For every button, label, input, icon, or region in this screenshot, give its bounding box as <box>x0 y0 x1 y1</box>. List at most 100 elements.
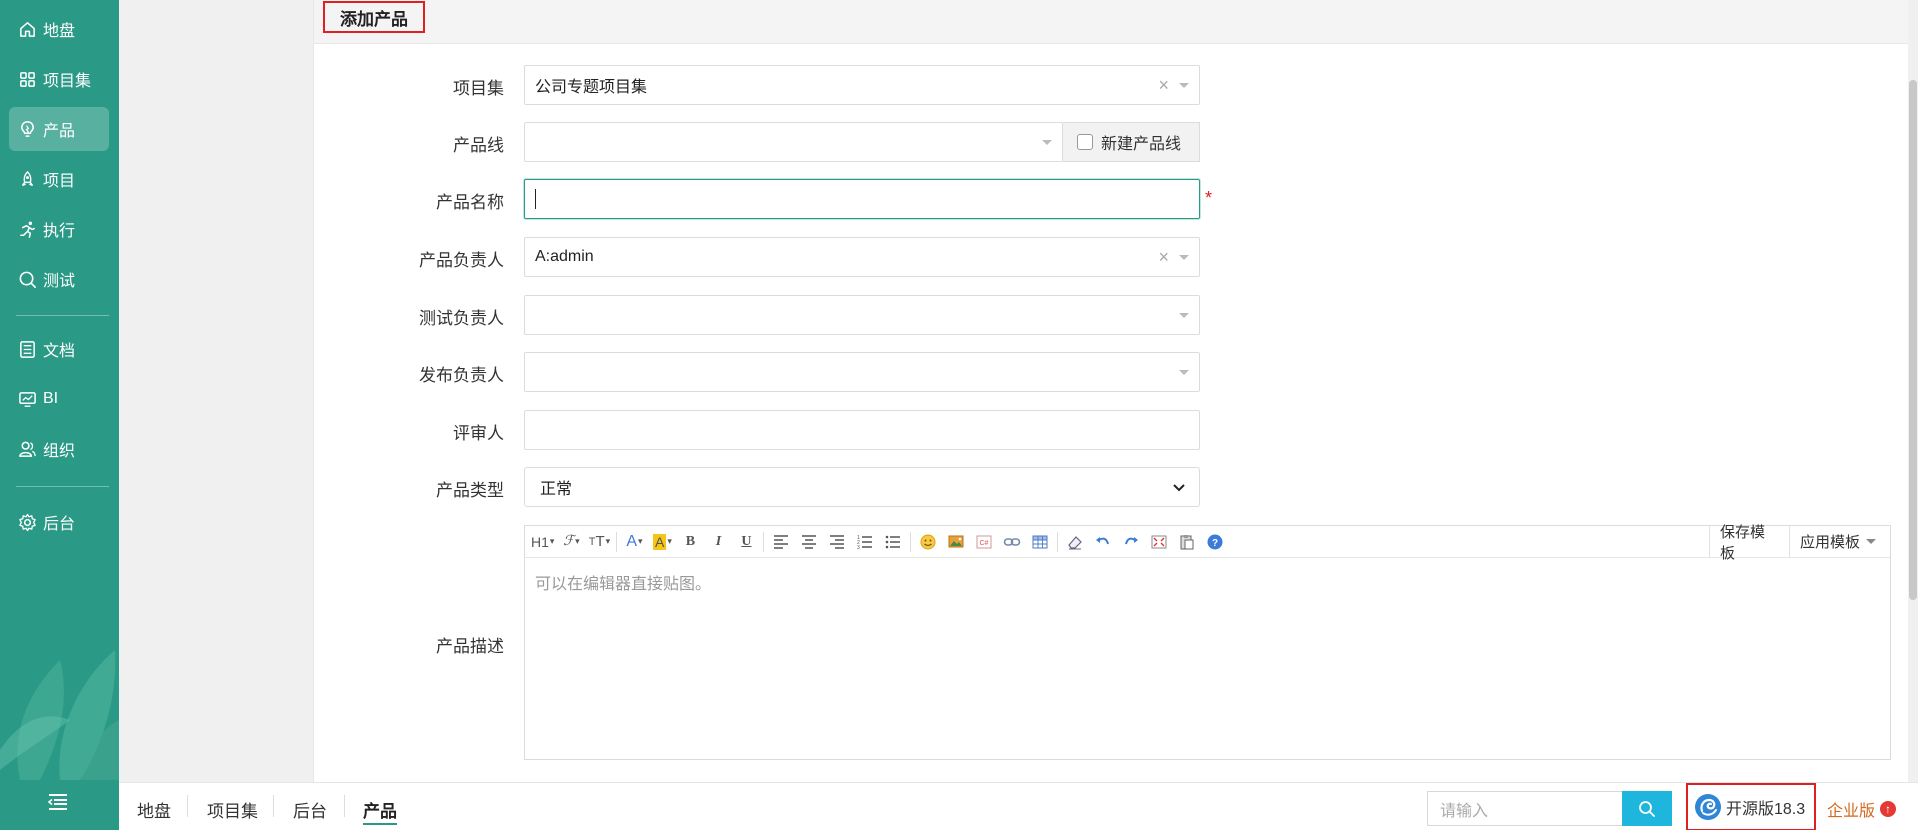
fullscreen-icon[interactable] <box>1148 531 1170 553</box>
align-left-icon[interactable] <box>770 531 792 553</box>
underline-icon[interactable]: U <box>735 531 757 553</box>
scrollbar-thumb[interactable] <box>1909 80 1917 600</box>
font-color-icon[interactable]: A ▾ <box>623 531 645 553</box>
breadcrumb-home[interactable]: 地盘 <box>137 797 171 822</box>
font-family-icon[interactable]: ℱ ▾ <box>560 531 582 553</box>
toolbar-divider <box>763 531 765 552</box>
image-icon[interactable] <box>945 531 967 553</box>
search-button[interactable] <box>1622 791 1672 826</box>
sidebar: 地盘 项目集 产品 项目 执行 测试 文档 BI 组织 后台 <box>0 0 119 830</box>
svg-text:3: 3 <box>857 545 860 551</box>
menu-collapse-icon[interactable] <box>46 790 70 814</box>
code-icon[interactable]: C# <box>973 531 995 553</box>
version-badge[interactable]: 开源版18.3 <box>1686 783 1816 830</box>
rd-select[interactable] <box>524 352 1200 392</box>
caret-down-icon[interactable] <box>1179 370 1189 375</box>
page-scrollbar[interactable] <box>1908 0 1918 782</box>
magnifier-icon <box>17 269 37 289</box>
enterprise-upgrade-link[interactable]: 企业版 ↑ <box>1827 797 1897 821</box>
footer-bar: 地盘 项目集 后台 产品 请输入 开源版18.3 企业版 ↑ <box>119 782 1918 830</box>
sidebar-item-program[interactable]: 项目集 <box>9 57 109 101</box>
caret-down-icon[interactable] <box>1179 313 1189 318</box>
line-select[interactable] <box>524 122 1063 162</box>
name-label: 产品名称 <box>436 193 504 212</box>
sidebar-item-label: 文档 <box>43 343 76 360</box>
breadcrumb-program[interactable]: 项目集 <box>207 797 258 822</box>
svg-text:C#: C# <box>980 540 989 547</box>
search-placeholder: 请输入 <box>1440 802 1489 820</box>
undo-icon[interactable] <box>1092 531 1114 553</box>
product-name-input[interactable] <box>524 179 1200 219</box>
program-select[interactable]: 公司专题项目集 × <box>524 65 1200 105</box>
text-cursor <box>535 189 536 209</box>
home-icon <box>17 19 37 39</box>
new-line-toggle[interactable]: 新建产品线 <box>1063 122 1200 162</box>
bold-icon[interactable]: B <box>679 531 701 553</box>
sidebar-item-admin[interactable]: 后台 <box>9 500 109 544</box>
font-size-icon[interactable]: T T ▾ <box>588 531 610 553</box>
breadcrumb-divider <box>187 795 188 817</box>
sidebar-item-bi[interactable]: BI <box>9 377 109 421</box>
sidebar-item-execution[interactable]: 执行 <box>9 207 109 251</box>
clear-icon[interactable]: × <box>1158 76 1169 94</box>
breadcrumb-admin[interactable]: 后台 <box>293 797 327 822</box>
upgrade-arrow-icon: ↑ <box>1880 801 1897 817</box>
link-icon[interactable] <box>1001 531 1023 553</box>
create-product-panel: 添加产品 项目集 公司专题项目集 × 产品线 新建产品线 产品名称 * 产品负责… <box>313 0 1918 782</box>
table-icon[interactable] <box>1029 531 1051 553</box>
apply-template-button[interactable]: 应用模板 <box>1789 526 1890 557</box>
align-center-icon[interactable] <box>798 531 820 553</box>
paste-icon[interactable] <box>1176 531 1198 553</box>
grid-icon <box>17 69 37 89</box>
align-right-icon[interactable] <box>826 531 848 553</box>
version-label: 开源版18.3 <box>1726 801 1806 818</box>
help-icon[interactable]: ? <box>1204 531 1226 553</box>
caret-down-icon[interactable] <box>1179 255 1189 260</box>
highlight-color-icon[interactable]: A ▾ <box>651 531 673 553</box>
bullet-list-icon[interactable] <box>882 531 904 553</box>
line-label: 产品线 <box>453 136 504 155</box>
italic-icon[interactable]: I <box>707 531 729 553</box>
ordered-list-icon[interactable]: 123 <box>854 531 876 553</box>
zentao-logo-icon <box>1695 794 1721 820</box>
qd-select[interactable] <box>524 295 1200 335</box>
search-input[interactable]: 请输入 <box>1427 791 1623 826</box>
redo-icon[interactable] <box>1120 531 1142 553</box>
caret-down-icon <box>1866 539 1877 544</box>
lightbulb-icon <box>17 119 37 139</box>
new-line-checkbox[interactable] <box>1077 134 1093 150</box>
sidebar-item-product[interactable]: 产品 <box>9 107 109 151</box>
sidebar-item-org[interactable]: 组织 <box>9 427 109 471</box>
page-title: 添加产品 <box>323 1 425 33</box>
emoji-icon[interactable] <box>917 531 939 553</box>
search-icon <box>1639 800 1655 817</box>
sidebar-item-project[interactable]: 项目 <box>9 157 109 201</box>
clear-icon[interactable]: × <box>1158 248 1169 266</box>
breadcrumb-product[interactable]: 产品 <box>363 797 397 822</box>
decorative-leaves <box>0 650 119 780</box>
monitor-icon <box>17 389 37 409</box>
type-select[interactable]: 正常 <box>524 467 1200 507</box>
eraser-icon[interactable] <box>1064 531 1086 553</box>
editor-toolbar: H1 ▾ ℱ ▾ T T ▾ A ▾ A ▾ B I U 123 C# ? 保存… <box>525 524 1890 562</box>
sidebar-divider <box>16 486 109 487</box>
sidebar-item-label: BI <box>43 390 59 407</box>
sidebar-item-label: 地盘 <box>43 23 76 40</box>
caret-down-icon[interactable] <box>1042 140 1052 145</box>
run-icon <box>17 219 37 239</box>
program-label: 项目集 <box>453 79 504 98</box>
po-select[interactable]: A:admin × <box>524 237 1200 277</box>
qd-label: 测试负责人 <box>419 309 504 328</box>
heading-button[interactable]: H1 ▾ <box>531 531 554 553</box>
save-template-button[interactable]: 保存模板 <box>1709 524 1789 562</box>
reviewer-input[interactable] <box>524 410 1200 450</box>
sidebar-item-label: 组织 <box>43 443 76 460</box>
sidebar-item-home[interactable]: 地盘 <box>9 7 109 51</box>
toolbar-divider <box>910 531 912 552</box>
description-editor[interactable]: H1 ▾ ℱ ▾ T T ▾ A ▾ A ▾ B I U 123 C# ? 保存… <box>524 524 1891 760</box>
sidebar-item-doc[interactable]: 文档 <box>9 327 109 371</box>
list-icon <box>17 339 37 359</box>
type-label: 产品类型 <box>436 481 504 500</box>
sidebar-item-test[interactable]: 测试 <box>9 257 109 301</box>
caret-down-icon[interactable] <box>1179 83 1189 88</box>
